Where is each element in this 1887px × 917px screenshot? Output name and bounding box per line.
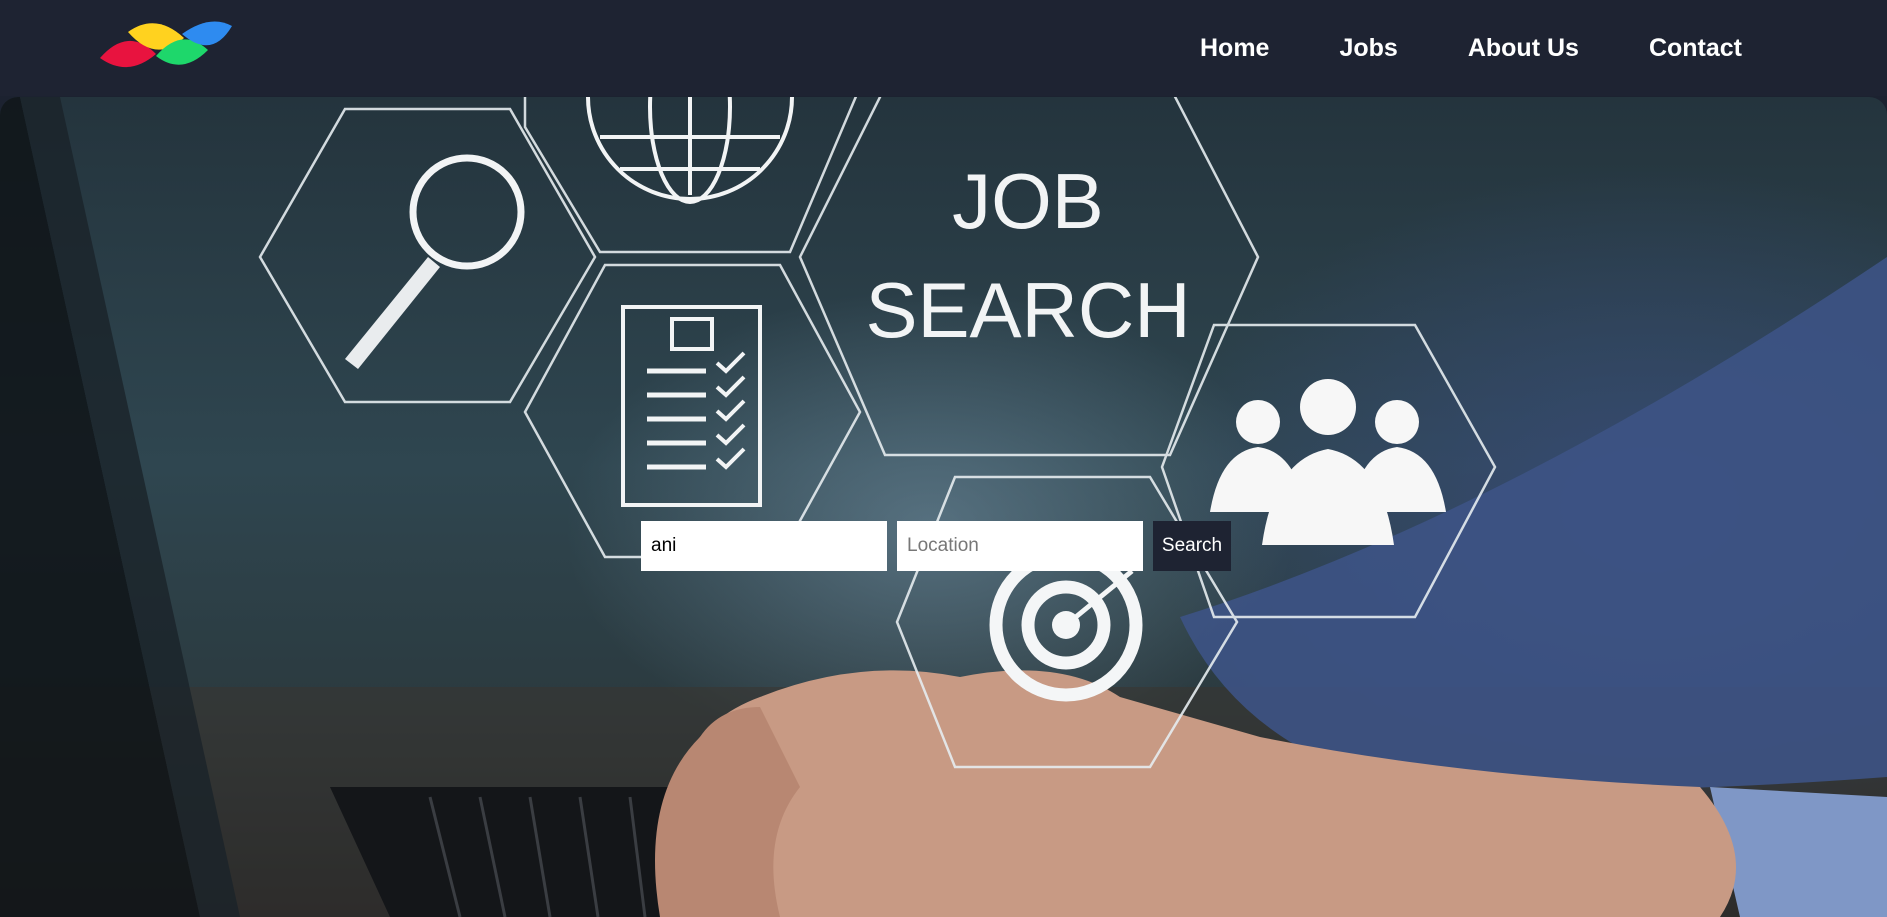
hero-banner: JOB SEARCH Search [0, 97, 1887, 917]
main-nav: Home Jobs About Us Contact [1200, 0, 1742, 96]
nav-home-link[interactable]: Home [1200, 34, 1269, 63]
job-search-form: Search [641, 521, 1231, 571]
keyword-search-input[interactable] [641, 521, 887, 571]
hero-image: JOB SEARCH [0, 97, 1887, 917]
location-input[interactable] [897, 521, 1143, 571]
hero-graphic-job-text: JOB [952, 157, 1104, 245]
nav-about-us-link[interactable]: About Us [1468, 34, 1579, 63]
search-button[interactable]: Search [1153, 521, 1231, 571]
nav-contact-link[interactable]: Contact [1649, 34, 1742, 63]
nav-jobs-link[interactable]: Jobs [1339, 34, 1397, 63]
navbar: Home Jobs About Us Contact [0, 0, 1887, 96]
brand-logo[interactable] [98, 20, 232, 70]
hero-graphic-search-text: SEARCH [865, 266, 1190, 354]
